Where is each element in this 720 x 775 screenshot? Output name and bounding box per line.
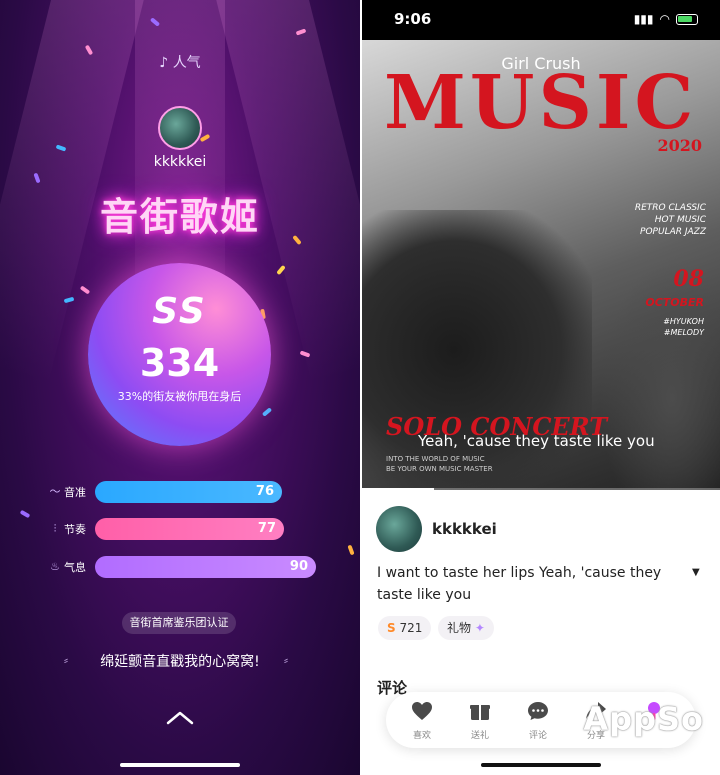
gift-chip-label: 礼物 — [447, 621, 472, 635]
rhythm-icon: ⫶ — [53, 522, 57, 535]
magazine-tag: #HYUKOH — [663, 317, 704, 326]
post-caption: I want to taste her lips Yeah, 'cause th… — [377, 565, 662, 603]
achievement-title: 音街歌姬 — [99, 195, 260, 239]
stat-value: 90 — [289, 559, 308, 574]
magazine-side-text: RETRO CLASSIC HOT MUSIC POPULAR JAZZ — [635, 202, 706, 238]
chevron-up-icon[interactable] — [165, 708, 195, 726]
like-label: 喜欢 — [412, 731, 431, 741]
magazine-year: 2020 — [657, 136, 702, 155]
quote-mark-icon: ⸗ — [284, 653, 288, 667]
status-icons: ▮▮▮ ◠ — [634, 12, 698, 26]
heart-icon — [412, 702, 432, 720]
score-value: 334 — [139, 341, 220, 385]
status-bar: 9:06 ▮▮▮ ◠ — [362, 0, 720, 40]
wifi-icon: ◠ — [659, 12, 670, 26]
grade-chip-value: 721 — [399, 621, 423, 635]
gift-icon — [470, 705, 490, 720]
magazine-date: 08 — [673, 266, 704, 292]
username: kkkkkei — [153, 154, 207, 170]
confetti — [347, 544, 355, 556]
sparkle-icon: ✦ — [474, 621, 485, 635]
confetti — [19, 509, 31, 519]
certification-badge: 音街首席鉴乐团认证 — [122, 612, 236, 634]
live-lyric: Yeah, 'cause they taste like you — [418, 432, 655, 450]
confetti — [63, 296, 75, 304]
stat-bar: 76 — [95, 481, 282, 503]
slogan-text: 绵延颤音直戳我的心窝窝! — [100, 654, 260, 670]
playback-progress[interactable] — [362, 488, 720, 490]
confetti — [261, 407, 273, 417]
comment-button[interactable]: 评论 — [518, 700, 558, 741]
magazine-subtext: INTO THE WORLD OF MUSIC BE YOUR OWN MUSI… — [386, 454, 493, 474]
magazine-side-line: POPULAR JAZZ — [640, 227, 706, 237]
comment-label: 评论 — [528, 731, 547, 741]
video-foliage — [600, 260, 720, 490]
stat-label: 节奏 — [64, 523, 86, 536]
hot-label-text: 人气 — [172, 55, 201, 71]
grade-chip[interactable]: S 721 — [378, 616, 432, 640]
signal-icon: ▮▮▮ — [633, 12, 654, 26]
stat-value: 76 — [255, 484, 274, 499]
like-button[interactable]: 喜欢 — [402, 700, 442, 741]
magazine-sub-line: BE YOUR OWN MUSIC MASTER — [386, 465, 493, 473]
stat-bar: 90 — [95, 556, 316, 578]
home-indicator[interactable] — [481, 763, 601, 767]
pitch-icon: 〜 — [49, 485, 61, 498]
magazine-sub-line: INTO THE WORLD OF MUSIC — [386, 455, 485, 463]
score-orb: SS 334 33%的街友被你甩在身后 — [88, 263, 271, 446]
home-indicator[interactable] — [120, 763, 240, 767]
magazine-month: OCTOBER — [645, 296, 704, 309]
video-player[interactable]: MUSIC Girl Crush 2020 RETRO CLASSIC HOT … — [362, 40, 720, 490]
stat-row: 〜音准 76 — [48, 481, 298, 503]
magazine-side-line: RETRO CLASSIC — [634, 203, 706, 213]
stat-value: 77 — [257, 521, 276, 536]
breath-icon: ♨ — [50, 560, 60, 573]
magazine-side-line: HOT MUSIC — [654, 215, 706, 225]
magazine-tags: #HYUKOH #MELODY — [663, 316, 704, 338]
post-detail-panel: 9:06 ▮▮▮ ◠ MUSIC Girl Crush 2020 RETRO C… — [362, 0, 720, 775]
rank-text: 33%的街友被你甩在身后 — [117, 390, 242, 403]
music-note-icon: ♪ — [159, 55, 169, 71]
hot-label: ♪ 人气 — [0, 52, 360, 72]
battery-icon — [676, 13, 698, 25]
playback-progress-fill — [362, 488, 434, 490]
clock: 9:06 — [394, 10, 432, 28]
magazine-tag: #MELODY — [663, 328, 704, 337]
result-card-panel: ♪ 人气 kkkkkei 音街歌姬 SS 334 33%的街友被你甩在身后 〜音… — [0, 0, 360, 775]
gift-label: 送礼 — [470, 731, 489, 741]
grade-text: SS — [152, 291, 207, 332]
stat-row: ♨ 气息 90 — [48, 556, 316, 578]
gift-button[interactable]: 送礼 — [460, 700, 500, 741]
gift-chip[interactable]: 礼物 ✦ — [438, 616, 494, 640]
stat-label: 音准 — [64, 486, 86, 499]
avatar[interactable] — [158, 106, 202, 150]
username[interactable]: kkkkkei — [432, 520, 497, 538]
comment-icon — [528, 702, 548, 720]
stat-bar: 77 — [95, 518, 284, 540]
stat-label: 气息 — [64, 561, 86, 574]
song-title: Girl Crush — [501, 54, 581, 73]
watermark-logo: AppSo — [583, 700, 704, 738]
expand-caret-icon[interactable]: ▼ — [692, 567, 700, 578]
grade-chip-letter: S — [387, 621, 396, 635]
stat-row: ⫶ 节奏 77 — [48, 518, 298, 540]
avatar[interactable] — [376, 506, 422, 552]
